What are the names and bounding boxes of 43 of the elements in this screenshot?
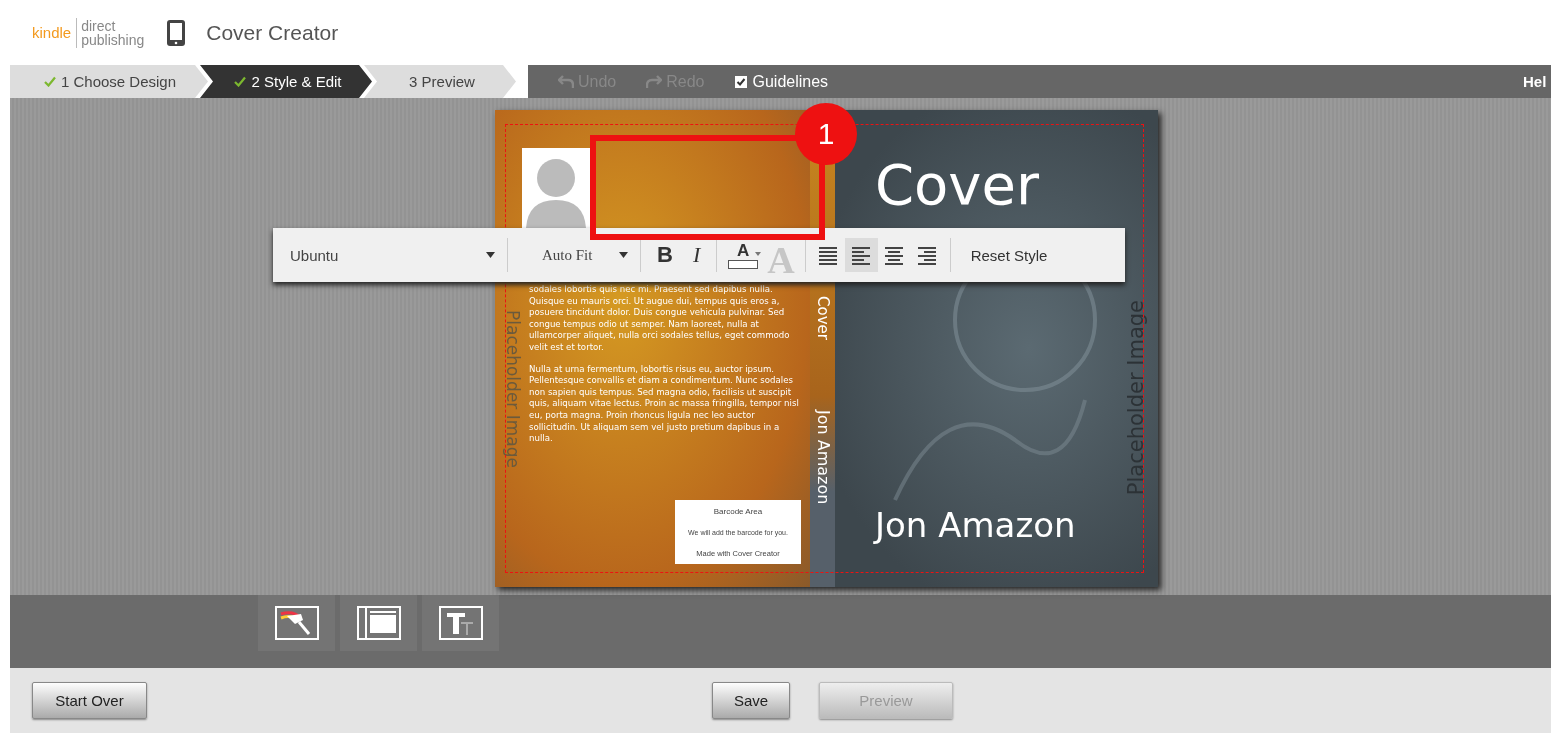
guidelines-label: Guidelines [752,72,829,91]
theme-tool-button[interactable] [258,595,335,651]
reset-style-button[interactable]: Reset Style [956,246,1062,264]
brand-logo-text: direct [81,18,117,33]
align-justify-icon [818,245,839,265]
align-left-icon [851,245,872,265]
tablet-icon [166,18,187,47]
brand-logo-text: publishing [81,32,145,47]
paint-roller-icon [274,606,319,640]
app-title: Cover Creator [206,20,339,45]
spine-title: Cover [814,296,832,340]
text-icon [438,606,483,640]
layout-tool-button[interactable] [340,595,417,651]
caret-icon [486,252,495,258]
step-tab[interactable]: 1 Choose Design [10,65,208,98]
font-size-dropdown[interactable]: Auto Fit [514,238,634,272]
layout-icon [356,606,401,640]
cover-title: Cover [875,151,1039,219]
barcode-title: Barcode Area [713,506,763,516]
bold-button[interactable]: B [647,238,683,272]
save-button[interactable]: Save [712,682,790,719]
caret-icon [755,252,762,256]
step-tab[interactable]: 3 Preview [364,65,516,98]
placeholder-image-text: Placeholder Image [503,310,523,468]
undo-icon [558,74,574,89]
guidelines-checkbox[interactable] [734,75,747,88]
font-dropdown[interactable]: Ubuntu [283,238,501,272]
align-left-button[interactable] [844,238,878,272]
caret-icon [619,252,628,258]
help-link[interactable]: Hel [1523,73,1551,90]
redo-icon [646,74,663,89]
italic-button[interactable]: I [682,238,711,272]
cover-author: Jon Amazon [875,505,1076,545]
step-tab[interactable]: 2 Style & Edit [200,65,372,98]
blurb-paragraph: sodales lobortis quis nec mi. Praesent sed dapibus nulla. Quisque eu mauris orci. Ut augue dui, tempus quis eros a, posuere tincidunt dolor. Duis congue vehicula pulvinar. Sed congue tempus odio ut semper. Nam laoreet, nulla at ullamcorper aliquet, nulla orci sodales tellus, eget commodo velit est et tortor. [529,284,791,354]
blurb-paragraph: Nulla at urna fermentum, lobortis risus eu, auctor ipsum. Pellentesque convallis et diam a condimentum. Nunc sodales non sapien quis tempus. Sed magna odio, facilisis ut suscipit quis, aliquam vitae lectus. Proin ac massa fringilla, tempor nisl eu, porta magna. Proin rhoncus ligula nec leo auctor sollicitudin. Ut aliquam sem vel justo pretium dapibus in a nulla. [529,363,800,445]
align-right-icon [917,245,938,265]
brand-logo-word: kindle [32,17,78,48]
spine-author: Jon Amazon [814,410,833,505]
font-color-button[interactable]: A [723,238,764,272]
start-over-button[interactable]: Start Over [32,682,147,719]
text-tool-button[interactable] [422,595,499,651]
align-center-icon [884,245,905,265]
